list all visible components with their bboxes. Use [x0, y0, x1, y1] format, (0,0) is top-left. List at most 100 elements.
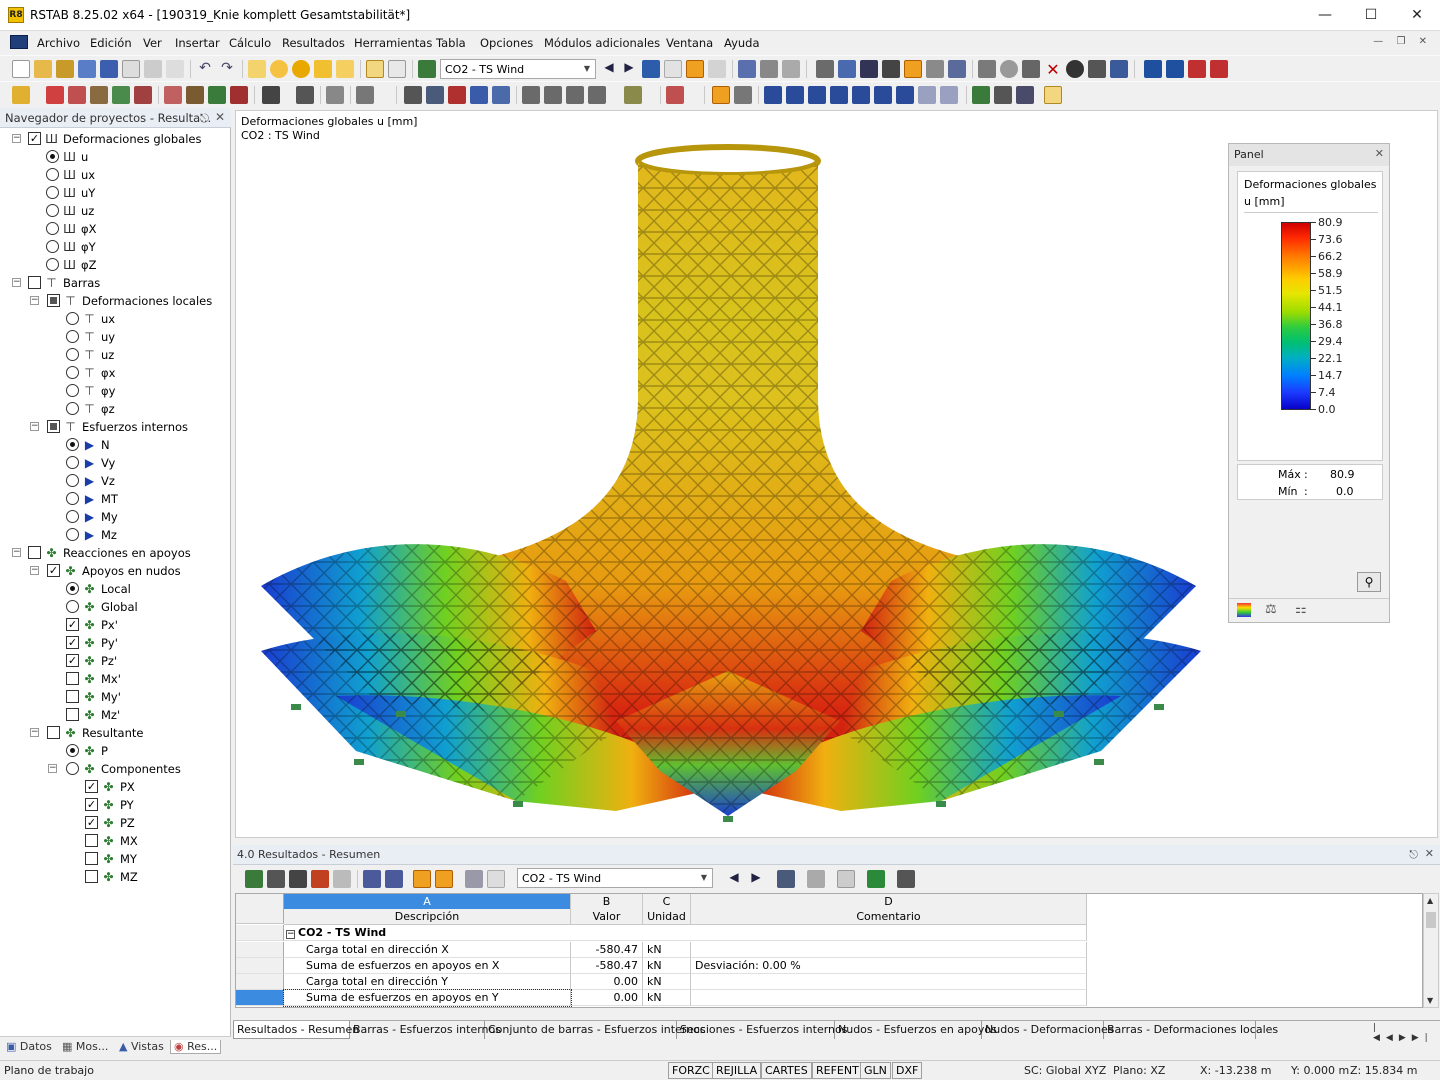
member-set-icon[interactable]	[112, 86, 130, 104]
cell-comment[interactable]: Desviación: 0.00 %	[691, 958, 1087, 974]
member-load-icon[interactable]	[186, 86, 204, 104]
result-combination-icon[interactable]	[994, 86, 1012, 104]
expand-icon[interactable]: −	[30, 422, 39, 431]
results-tab-4[interactable]: Nudos - Esfuerzos en apoyos	[835, 1021, 997, 1039]
zoom-out-icon[interactable]	[448, 86, 466, 104]
checkbox[interactable]: ✓	[85, 816, 98, 829]
expand-icon[interactable]: −	[48, 764, 57, 773]
member-icon[interactable]	[882, 60, 900, 78]
close-icon[interactable]: ✕	[215, 110, 225, 124]
checkbox[interactable]	[28, 276, 41, 289]
radio-button[interactable]	[46, 258, 59, 271]
checkbox[interactable]	[28, 546, 41, 559]
item-c-px[interactable]: ✓ ✤ PX	[0, 778, 231, 796]
cell-unit[interactable]: kN	[643, 958, 691, 974]
item-r-global[interactable]: ✤ Global	[0, 598, 231, 616]
filter-icon[interactable]	[666, 86, 684, 104]
table-import-icon[interactable]	[267, 870, 285, 888]
item-c-mz[interactable]: ✤ MZ	[0, 868, 231, 886]
view-y-icon[interactable]	[544, 86, 562, 104]
row-header[interactable]	[236, 990, 284, 1006]
results-tab-0[interactable]: Resultados - Resumen	[233, 1021, 359, 1039]
cell-value[interactable]: -580.47	[571, 958, 643, 974]
radio-button[interactable]	[66, 366, 79, 379]
result-table-icon[interactable]	[1016, 86, 1034, 104]
tab-datos[interactable]: ▣ Datos	[6, 1040, 52, 1053]
scroll-thumb[interactable]	[1426, 912, 1436, 928]
expand-icon[interactable]: −	[12, 134, 21, 143]
menu-ayuda[interactable]: Ayuda	[724, 36, 760, 50]
radio-button[interactable]	[46, 240, 59, 253]
checkbox[interactable]	[85, 834, 98, 847]
select-window-icon[interactable]	[314, 60, 332, 78]
radio-button[interactable]	[66, 510, 79, 523]
table-results-icon[interactable]	[413, 870, 431, 888]
checkbox[interactable]	[85, 870, 98, 883]
cell-comment[interactable]	[691, 974, 1087, 990]
panel-zoom-icon[interactable]: ⚲	[1357, 572, 1381, 592]
table-results-alt-icon[interactable]	[435, 870, 453, 888]
close-icon[interactable]: ✕	[1425, 847, 1434, 860]
support-icon[interactable]	[904, 60, 922, 78]
previous-loadcase-icon[interactable]: ◀	[600, 60, 618, 78]
pin-icon[interactable]: ⎋	[200, 111, 209, 126]
node-edit-icon[interactable]	[46, 86, 64, 104]
force-pz-icon[interactable]	[940, 86, 958, 104]
support-reaction-icon[interactable]	[972, 86, 990, 104]
tab-resultados[interactable]: ◉ Res...	[170, 1040, 222, 1054]
3d-viewport[interactable]: Deformaciones globales u [mm] CO2 : TS W…	[235, 110, 1438, 838]
loadcase-combo[interactable]: CO2 - TS Wind ▼	[440, 59, 596, 79]
radio-button[interactable]	[66, 312, 79, 325]
new-icon[interactable]	[12, 60, 30, 78]
grid-view-icon[interactable]	[838, 60, 856, 78]
item-r-py[interactable]: ✓ ✤ Py'	[0, 634, 231, 652]
tab-scroll-arrows[interactable]: |◀◀▶▶|	[1373, 1023, 1440, 1043]
item-l-py[interactable]: ⊤ φy	[0, 382, 231, 400]
item-c-mx[interactable]: ✤ MX	[0, 832, 231, 850]
filter-icon[interactable]: ⚏	[1295, 602, 1307, 617]
excel-icon[interactable]	[867, 870, 885, 888]
results-on-off-icon[interactable]	[642, 60, 660, 78]
menu-edicion[interactable]: Edición	[90, 36, 132, 50]
menu-ver[interactable]: Ver	[143, 36, 162, 50]
balance-icon[interactable]: ⚖	[1265, 602, 1277, 617]
radio-button[interactable]	[66, 474, 79, 487]
checkbox[interactable]: ✓	[85, 798, 98, 811]
results-filter-icon[interactable]	[777, 870, 795, 888]
cell-desc[interactable]: Suma de esfuerzos en apoyos en Y	[283, 989, 572, 1007]
export-icon[interactable]	[1144, 60, 1162, 78]
radio-button[interactable]	[46, 168, 59, 181]
menu-herramientas[interactable]: Herramientas	[354, 36, 432, 50]
support-edit-icon[interactable]	[208, 86, 226, 104]
item-l-px[interactable]: ⊤ φx	[0, 364, 231, 382]
radio-button[interactable]	[46, 150, 59, 163]
expand-icon[interactable]: −	[30, 728, 39, 737]
item-g-u[interactable]: Шu	[0, 148, 231, 166]
item-r-mz[interactable]: ✤ Mz'	[0, 706, 231, 724]
results-tab-2[interactable]: Conjunto de barras - Esfuerzos internos	[485, 1021, 706, 1039]
item-nodal[interactable]: − ✓ ✤ Apoyos en nudos	[0, 562, 231, 580]
cell-comment[interactable]	[691, 942, 1087, 958]
force-my-icon[interactable]	[874, 86, 892, 104]
menu-opciones[interactable]: Opciones	[480, 36, 533, 50]
results-tab-5[interactable]: Nudos - Deformaciones	[982, 1021, 1114, 1039]
checkbox[interactable]: ✓	[47, 564, 60, 577]
cell-value[interactable]: 0.00	[571, 974, 643, 990]
table-export-icon[interactable]	[245, 870, 263, 888]
report-icon[interactable]	[1210, 60, 1228, 78]
item-i-mt[interactable]: ▶ MT	[0, 490, 231, 508]
calculator-icon[interactable]	[897, 870, 915, 888]
checkbox[interactable]: ✓	[66, 618, 79, 631]
item-global-def[interactable]: − ✓ Ш Deformaciones globales	[0, 130, 231, 148]
checkbox[interactable]: ✓	[28, 132, 41, 145]
view-3d-icon[interactable]	[492, 86, 510, 104]
open-example-icon[interactable]	[56, 60, 74, 78]
item-r-px[interactable]: ✓ ✤ Px'	[0, 616, 231, 634]
mdi-controls[interactable]: — ❐ ✕	[1373, 36, 1432, 47]
status-dxf-button[interactable]: DXF	[892, 1062, 923, 1079]
item-l-ux[interactable]: ⊤ ux	[0, 310, 231, 328]
menu-modulos[interactable]: Módulos adicionales	[544, 36, 660, 50]
open-icon[interactable]	[34, 60, 52, 78]
radio-button[interactable]	[66, 582, 79, 595]
checkbox[interactable]	[85, 852, 98, 865]
